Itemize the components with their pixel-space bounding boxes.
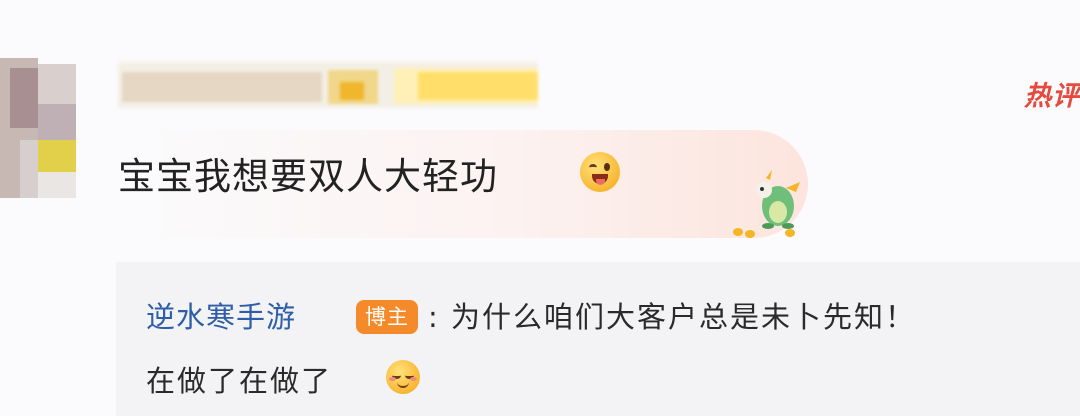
reply-author-link[interactable]: 逆水寒手游: [146, 294, 296, 336]
comment-text: 宝宝我想要双人大轻功: [118, 155, 498, 198]
username-blurred[interactable]: [118, 62, 538, 108]
wink-tongue-emoji-icon: [580, 152, 620, 192]
reply-text-line1: : 为什么咱们大客户总是未卜先知！: [428, 300, 916, 334]
avatar[interactable]: [0, 58, 76, 198]
blogger-badge: 博主: [356, 300, 418, 334]
smug-emoji-icon: [386, 360, 420, 394]
mascot-sticker-icon: [733, 170, 800, 238]
reply-text-line2: 在做了在做了: [146, 364, 333, 398]
hot-comment-tag: 热评: [1024, 81, 1080, 112]
